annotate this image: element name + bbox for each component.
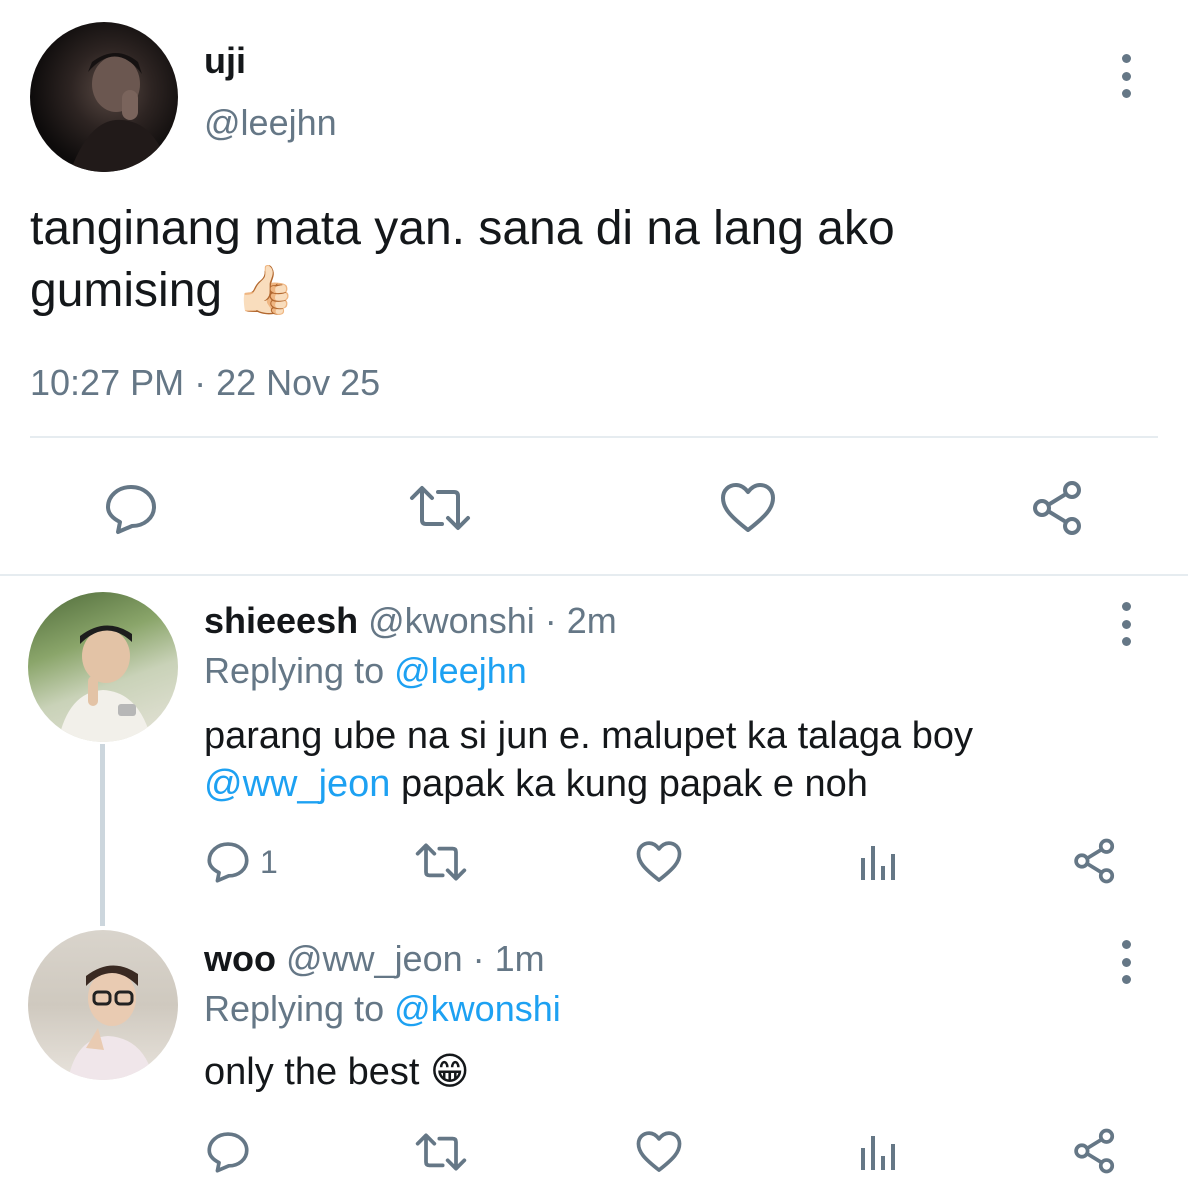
like-icon[interactable] <box>720 482 776 534</box>
analytics-icon[interactable] <box>858 1132 898 1172</box>
avatar-silhouette <box>70 53 170 172</box>
replying-prefix: Replying to <box>204 650 385 691</box>
like-icon[interactable] <box>636 1130 682 1174</box>
avatar[interactable] <box>28 930 178 1080</box>
reply-header: shieeesh @kwonshi · 2m <box>204 600 617 642</box>
display-name[interactable]: uji <box>204 40 246 82</box>
avatar[interactable] <box>30 22 178 172</box>
reply-action[interactable]: 1 <box>206 840 278 884</box>
reply-text-line-2: @ww_jeon papak ka kung papak e noh <box>204 760 1104 808</box>
mention-link[interactable]: @ww_jeon <box>204 763 390 805</box>
time: · 1m <box>472 938 545 979</box>
reply-icon[interactable] <box>104 482 158 536</box>
reply-icon <box>206 840 250 884</box>
more-icon[interactable] <box>1116 940 1136 984</box>
share-icon[interactable] <box>1030 480 1086 536</box>
retweet-icon[interactable] <box>414 842 468 882</box>
reply-icon[interactable] <box>206 1130 250 1174</box>
thumbs-up-emoji: 👍🏻 <box>235 264 296 317</box>
display-name[interactable]: woo <box>204 938 276 979</box>
reply-text-line: parang ube na si jun e. malupet ka talag… <box>204 715 973 757</box>
like-icon[interactable] <box>636 840 682 884</box>
reply-header: woo @ww_jeon · 1m <box>204 938 545 980</box>
avatar-silhouette <box>68 965 154 1080</box>
handle[interactable]: @ww_jeon <box>286 938 463 979</box>
avatar-silhouette <box>58 625 152 742</box>
more-icon[interactable] <box>1116 54 1136 98</box>
replying-mention[interactable]: @kwonshi <box>394 988 561 1029</box>
share-icon[interactable] <box>1072 1128 1118 1174</box>
share-icon[interactable] <box>1072 838 1118 884</box>
tweet-text-body: tanginang mata yan. sana di na lang ako … <box>30 202 895 317</box>
replying-to: Replying to @kwonshi <box>204 988 561 1030</box>
reply-text-rest: papak ka kung papak e noh <box>401 763 868 805</box>
reply-text-body: only the best <box>204 1051 420 1093</box>
tweet-text: tanginang mata yan. sana di na lang ako … <box>30 198 1030 322</box>
display-name[interactable]: shieeesh <box>204 600 358 641</box>
timestamp[interactable]: 10:27 PM · 22 Nov 25 <box>30 362 380 404</box>
reply-text: parang ube na si jun e. malupet ka talag… <box>204 712 1104 808</box>
replying-to: Replying to @leejhn <box>204 650 527 692</box>
thread-line <box>100 744 105 926</box>
section-divider <box>0 574 1188 576</box>
avatar[interactable] <box>28 592 178 742</box>
grin-emoji: 😁 <box>430 1051 470 1093</box>
reply-text: only the best 😁 <box>204 1048 470 1096</box>
analytics-icon[interactable] <box>858 842 898 882</box>
replying-mention[interactable]: @leejhn <box>394 650 527 691</box>
handle[interactable]: @leejhn <box>204 102 337 144</box>
reply-count: 1 <box>260 843 278 880</box>
retweet-icon[interactable] <box>414 1132 468 1172</box>
retweet-icon[interactable] <box>408 484 472 532</box>
time: · 2m <box>544 600 617 641</box>
divider <box>30 436 1158 438</box>
replying-prefix: Replying to <box>204 988 385 1029</box>
more-icon[interactable] <box>1116 602 1136 646</box>
handle[interactable]: @kwonshi <box>368 600 535 641</box>
